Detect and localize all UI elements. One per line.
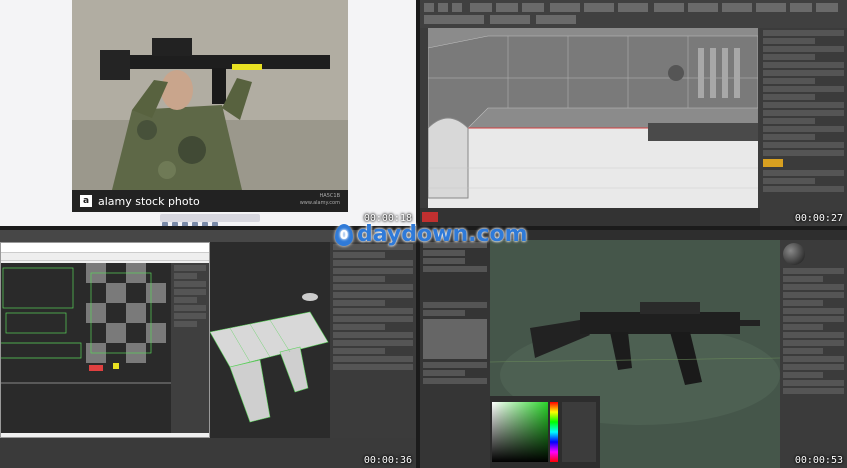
stock-caption: alamy stock photo [98, 194, 200, 208]
uv-tools-panel[interactable] [171, 263, 209, 433]
swatch-grid[interactable] [562, 402, 596, 462]
rotate-icon[interactable] [182, 222, 188, 226]
properties-panel[interactable] [780, 240, 847, 468]
daydown-logo-icon: 0 [335, 223, 353, 246]
stock-site: www.alamy.com [299, 200, 340, 206]
stock-id: HA5C1B www.alamy.com [300, 193, 340, 207]
prev-icon[interactable] [192, 222, 198, 226]
record-icon[interactable] [422, 212, 438, 222]
uv-editor-window[interactable] [0, 242, 210, 438]
uv-editor-menubar[interactable] [1, 253, 209, 261]
modifier-panel[interactable] [330, 242, 416, 438]
uv-editor-panel: 00:00:36 [0, 230, 416, 468]
watermark-text: daydown.com [357, 222, 528, 247]
material-preview-sphere [783, 243, 805, 265]
alamy-logo: a [80, 195, 92, 207]
zoom-out-icon[interactable] [162, 222, 168, 226]
uv-canvas[interactable] [1, 263, 171, 433]
hdri-preview [423, 319, 487, 359]
timestamp: 00:00:53 [794, 455, 843, 466]
stock-image-id: HA5C1B [319, 193, 340, 199]
toolbar-icons [424, 3, 838, 24]
modeling-viewport[interactable] [427, 28, 759, 208]
scene-outliner[interactable] [420, 240, 490, 300]
uv-editor-titlebar[interactable] [1, 243, 209, 253]
video-thumbnail-grid: a alamy stock photo HA5C1B www.alamy.com… [0, 0, 847, 468]
color-field[interactable] [492, 402, 548, 462]
main-toolbar[interactable] [420, 0, 847, 28]
delete-icon[interactable] [212, 222, 218, 226]
daydown-watermark: 0 daydown.com [335, 222, 528, 247]
rifle-wireframe-closeup [427, 28, 759, 199]
timestamp: 00:00:36 [363, 455, 412, 466]
modeling-viewport-panel: 00:00:27 [420, 0, 847, 226]
stock-photo-panel: a alamy stock photo HA5C1B www.alamy.com… [0, 0, 416, 226]
soldier-photo [72, 0, 348, 210]
render-view-panel: 00:00:53 [420, 230, 847, 468]
image-viewer-toolbar[interactable] [160, 214, 260, 226]
zoom-in-icon[interactable] [172, 222, 178, 226]
command-panel[interactable] [760, 28, 847, 226]
stock-caption-bar: a alamy stock photo HA5C1B www.alamy.com [72, 190, 348, 212]
next-icon[interactable] [202, 222, 208, 226]
hue-slider[interactable] [550, 402, 558, 462]
environment-panel[interactable] [420, 300, 490, 468]
rifle-uv-checker-model [209, 293, 329, 423]
color-picker[interactable] [490, 396, 600, 468]
soldier-image [72, 0, 348, 210]
color-swatch[interactable] [763, 159, 783, 167]
perspective-viewport[interactable] [209, 242, 330, 438]
timeline-bar[interactable] [0, 438, 416, 468]
timestamp: 00:00:27 [794, 213, 843, 224]
